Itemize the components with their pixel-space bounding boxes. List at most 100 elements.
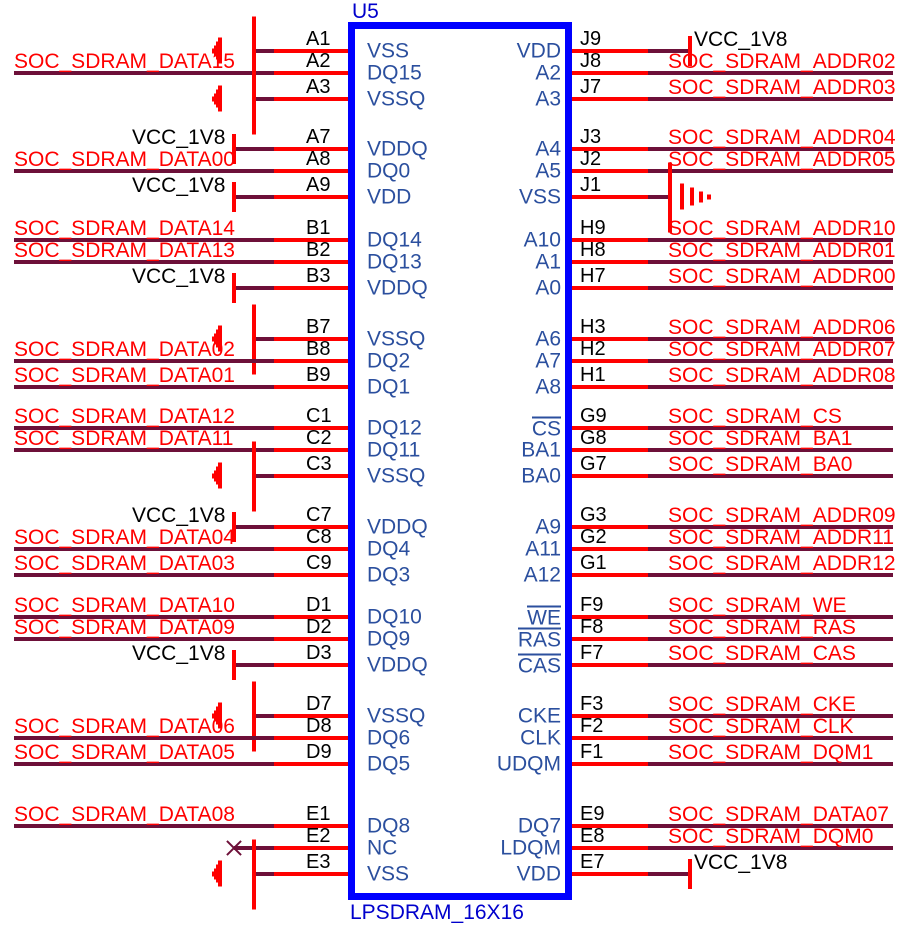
power-wire-A7[interactable]	[236, 147, 274, 151]
pin-wire-F2[interactable]	[572, 736, 648, 740]
pin-name-D3: VDDQ	[367, 653, 428, 677]
pin-number-A3: A3	[306, 76, 331, 98]
pin-name-A1: VSS	[367, 39, 410, 63]
pin-number-H2: H2	[580, 338, 606, 360]
pin-number-D7: D7	[306, 693, 332, 715]
power-bar-symbol	[232, 182, 236, 212]
pin-name-G3: A9	[535, 515, 561, 539]
net-label-SOC_SDRAM_ADDR05: SOC_SDRAM_ADDR05	[668, 148, 896, 171]
pin-wire-B2[interactable]	[274, 260, 348, 264]
pin-wire-J8[interactable]	[572, 71, 648, 75]
power-label-VCC_1V8: VCC_1V8	[132, 642, 226, 665]
pin-number-E3: E3	[306, 851, 331, 873]
pin-wire-H7[interactable]	[572, 286, 648, 290]
ground-tick	[707, 194, 711, 199]
net-label-SOC_SDRAM_ADDR10: SOC_SDRAM_ADDR10	[668, 217, 896, 240]
pin-wire-A2[interactable]	[274, 71, 348, 75]
pin-name-overbar: RAS	[517, 627, 561, 652]
net-label-SOC_SDRAM_CS: SOC_SDRAM_CS	[668, 405, 842, 428]
pin-wire-B3[interactable]	[274, 286, 348, 290]
net-label-SOC_SDRAM_ADDR03: SOC_SDRAM_ADDR03	[668, 76, 896, 99]
power-wire-B3[interactable]	[236, 286, 274, 290]
pin-wire-D9[interactable]	[274, 762, 348, 766]
pin-name-G7: BA0	[521, 464, 561, 488]
pin-number-J2: J2	[580, 148, 602, 170]
pin-wire-B8[interactable]	[274, 359, 348, 363]
pin-number-E2: E2	[306, 825, 331, 847]
pin-wire-E7[interactable]	[572, 872, 648, 876]
pin-wire-D8[interactable]	[274, 736, 348, 740]
pin-wire-G1[interactable]	[572, 573, 648, 577]
net-label-SOC_SDRAM_DATA15: SOC_SDRAM_DATA15	[14, 50, 235, 73]
pin-wire-B9[interactable]	[274, 385, 348, 389]
ground-wire-C3[interactable]	[256, 474, 274, 478]
pin-name-G1: A12	[523, 563, 561, 587]
ground-wire-D7[interactable]	[256, 714, 274, 718]
ground-stem	[252, 64, 256, 135]
pin-wire-H8[interactable]	[572, 260, 648, 264]
pin-wire-A9[interactable]	[274, 195, 348, 199]
pin-number-H9: H9	[580, 217, 606, 239]
pin-name-C2: DQ11	[367, 438, 421, 462]
power-label-VCC_1V8: VCC_1V8	[132, 265, 226, 288]
pin-name-D7: VSSQ	[367, 704, 426, 728]
net-label-SOC_SDRAM_BA1: SOC_SDRAM_BA1	[668, 427, 853, 450]
pin-wire-D2[interactable]	[274, 637, 348, 641]
net-label-SOC_SDRAM_RAS: SOC_SDRAM_RAS	[668, 616, 856, 639]
pin-wire-J1[interactable]	[572, 195, 648, 199]
pin-name-E2: NC	[367, 836, 398, 860]
ic-device-name: LPSDRAM_16X16	[350, 901, 524, 924]
pin-name-J8: A2	[535, 61, 561, 85]
ground-wire-B7[interactable]	[256, 337, 274, 341]
power-wire-D3[interactable]	[236, 663, 274, 667]
power-wire-A9[interactable]	[236, 195, 274, 199]
pin-name-F8: RAS	[517, 627, 561, 652]
ground-symbol	[212, 681, 256, 752]
pin-wire-D3[interactable]	[274, 663, 348, 667]
pin-name-E1: DQ8	[367, 814, 411, 838]
pin-wire-C8[interactable]	[274, 547, 348, 551]
pin-number-F3: F3	[580, 693, 604, 715]
net-label-SOC_SDRAM_CAS: SOC_SDRAM_CAS	[668, 642, 856, 665]
pin-name-D1: DQ10	[367, 605, 422, 629]
net-label-SOC_SDRAM_ADDR11: SOC_SDRAM_ADDR11	[668, 526, 895, 549]
pin-wire-F1[interactable]	[572, 762, 648, 766]
pin-name-F1: UDQM	[496, 752, 561, 776]
pin-name-overbar: CS	[531, 416, 561, 441]
pin-wire-C3[interactable]	[274, 474, 348, 478]
power-wire-C7[interactable]	[236, 525, 274, 529]
pin-wire-C9[interactable]	[274, 573, 348, 577]
pin-wire-J7[interactable]	[572, 97, 648, 101]
pin-wire-H2[interactable]	[572, 359, 648, 363]
pin-number-A2: A2	[306, 50, 331, 72]
pin-name-B9: DQ1	[367, 375, 411, 399]
pin-wire-F8[interactable]	[572, 637, 648, 641]
pin-number-D9: D9	[306, 741, 332, 763]
pin-wire-F7[interactable]	[572, 663, 648, 667]
pin-wire-A8[interactable]	[274, 169, 348, 173]
pin-number-F8: F8	[580, 616, 604, 638]
ground-wire-A1[interactable]	[256, 49, 274, 53]
pin-wire-H1[interactable]	[572, 385, 648, 389]
pin-number-C2: C2	[306, 427, 332, 449]
pin-wire-A3[interactable]	[274, 97, 348, 101]
pin-wire-C2[interactable]	[274, 448, 348, 452]
power-wire-E7[interactable]	[648, 872, 688, 876]
pin-wire-E2[interactable]	[274, 846, 348, 850]
pin-wire-E3[interactable]	[274, 872, 348, 876]
ground-wire-E3[interactable]	[256, 872, 274, 876]
pin-name-H1: A8	[535, 375, 561, 399]
pin-number-C8: C8	[306, 526, 332, 548]
pin-name-B8: DQ2	[367, 349, 411, 373]
pin-name-D8: DQ6	[367, 726, 411, 750]
ground-wire-A3[interactable]	[256, 97, 274, 101]
pin-wire-G7[interactable]	[572, 474, 648, 478]
pin-wire-J2[interactable]	[572, 169, 648, 173]
pin-wire-E8[interactable]	[572, 846, 648, 850]
pin-wire-G2[interactable]	[572, 547, 648, 551]
ground-tick	[212, 96, 216, 101]
no-connect-cross-icon	[224, 838, 244, 858]
ground-symbol	[212, 16, 256, 87]
pin-number-D1: D1	[306, 594, 332, 616]
pin-wire-G8[interactable]	[572, 448, 648, 452]
